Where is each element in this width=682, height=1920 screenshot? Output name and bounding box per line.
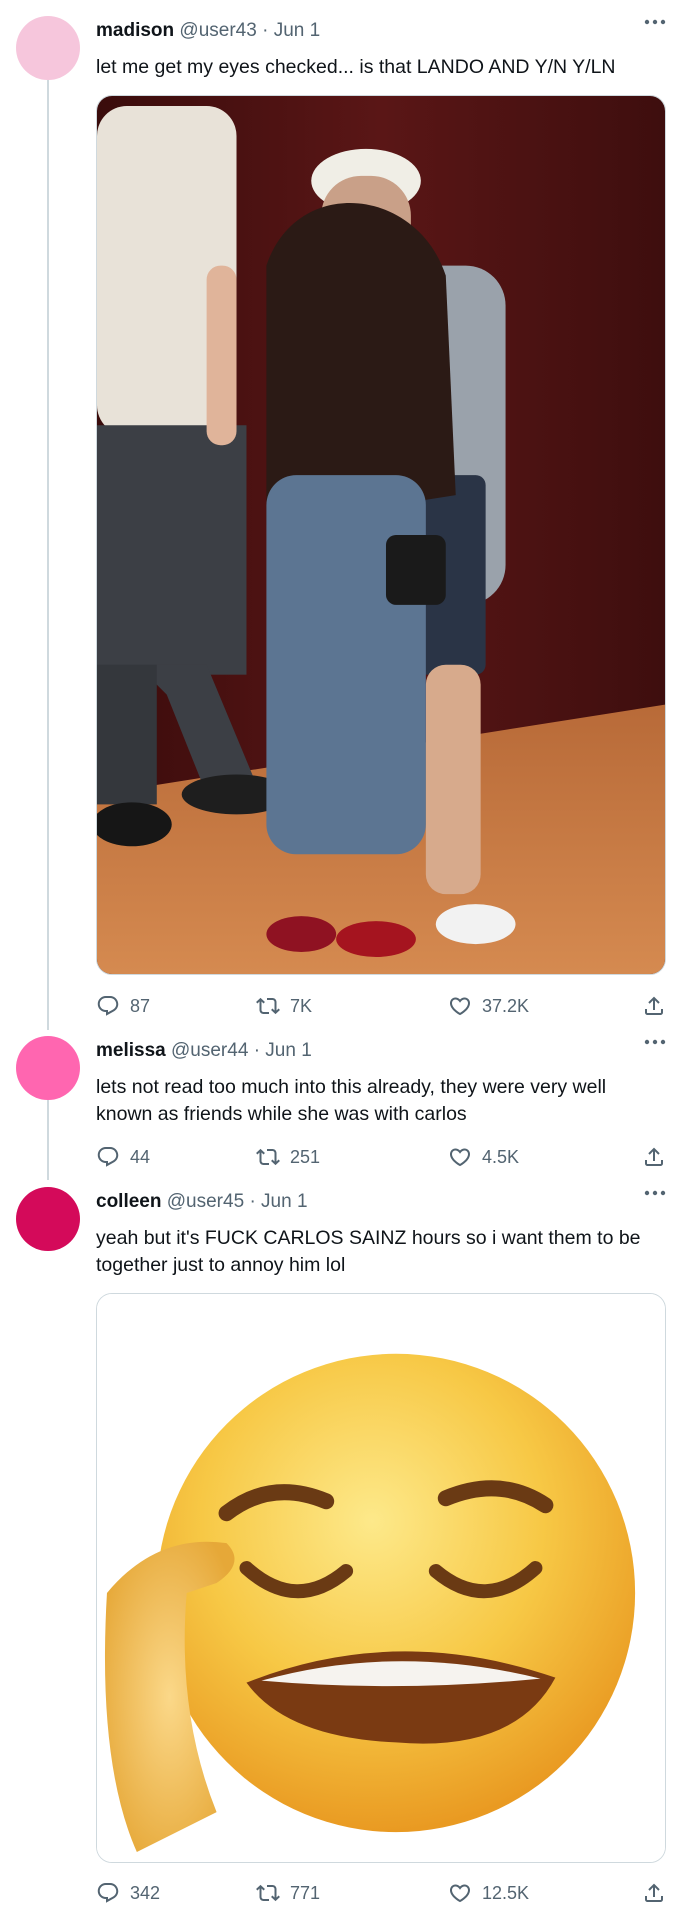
reply-icon bbox=[96, 994, 120, 1018]
like-count: 12.5K bbox=[482, 1882, 530, 1903]
tweet-actions: 342 771 12.5K bbox=[96, 1878, 666, 1908]
tweet[interactable]: colleen @user45 · Jun 1 yeah but it's FU… bbox=[0, 1171, 682, 1920]
separator: · bbox=[253, 1040, 261, 1061]
tweet-text: yeah but it's FUCK CARLOS SAINZ hours so… bbox=[96, 1227, 641, 1276]
like-count: 4.5K bbox=[482, 1146, 520, 1167]
share-icon bbox=[642, 1881, 666, 1905]
retweet-button[interactable]: 771 bbox=[256, 1878, 320, 1908]
retweet-button[interactable]: 251 bbox=[256, 1142, 320, 1172]
retweet-count: 771 bbox=[290, 1882, 321, 1903]
tweet-text: let me get my eyes checked... is that LA… bbox=[96, 56, 616, 78]
share-icon bbox=[642, 994, 666, 1018]
tweet-photo[interactable] bbox=[96, 95, 666, 975]
tweet[interactable]: madison @user43 · Jun 1 let me get my ey… bbox=[0, 0, 682, 1035]
tweet-photo[interactable] bbox=[96, 1293, 666, 1863]
timestamp[interactable]: Jun 1 bbox=[265, 1040, 311, 1061]
reply-icon bbox=[96, 1881, 120, 1905]
retweet-icon bbox=[256, 1881, 280, 1905]
reply-count: 342 bbox=[130, 1882, 161, 1903]
timestamp[interactable]: Jun 1 bbox=[261, 1191, 307, 1212]
reply-button[interactable]: 44 bbox=[96, 1142, 150, 1172]
avatar[interactable] bbox=[16, 1036, 80, 1100]
retweet-count: 7K bbox=[290, 995, 313, 1016]
share-button[interactable] bbox=[642, 1142, 666, 1172]
retweet-count: 251 bbox=[290, 1146, 321, 1167]
user-handle[interactable]: @user43 bbox=[179, 20, 256, 41]
heart-icon bbox=[448, 994, 472, 1018]
reply-icon bbox=[96, 1145, 120, 1169]
avatar[interactable] bbox=[16, 16, 80, 80]
tweet-header: madison @user43 · Jun 1 bbox=[96, 20, 320, 42]
tweet-header: melissa @user44 · Jun 1 bbox=[96, 1040, 312, 1062]
heart-icon bbox=[448, 1145, 472, 1169]
like-button[interactable]: 12.5K bbox=[448, 1878, 529, 1908]
reply-button[interactable]: 87 bbox=[96, 991, 150, 1021]
user-handle[interactable]: @user45 bbox=[167, 1191, 244, 1212]
tweet-header: colleen @user45 · Jun 1 bbox=[96, 1191, 308, 1213]
more-dots-icon[interactable] bbox=[642, 1185, 668, 1201]
separator: · bbox=[249, 1191, 256, 1212]
tweet[interactable]: melissa @user44 · Jun 1 lets not read to… bbox=[0, 1020, 682, 1170]
reply-count: 44 bbox=[130, 1146, 151, 1167]
more-dots-icon[interactable] bbox=[642, 14, 668, 30]
display-name[interactable]: colleen bbox=[96, 1191, 161, 1212]
reply-button[interactable]: 342 bbox=[96, 1878, 160, 1908]
display-name[interactable]: madison bbox=[96, 20, 174, 41]
user-handle[interactable]: @user44 bbox=[171, 1040, 248, 1061]
share-icon bbox=[642, 1145, 666, 1169]
timestamp[interactable]: Jun 1 bbox=[274, 20, 320, 41]
share-button[interactable] bbox=[642, 991, 666, 1021]
tweet-actions: 44 251 4.5K bbox=[96, 1142, 666, 1172]
display-name[interactable]: melissa bbox=[96, 1040, 166, 1061]
heart-icon bbox=[448, 1881, 472, 1905]
like-button[interactable]: 4.5K bbox=[448, 1142, 519, 1172]
tweet-text: lets not read too much into this already… bbox=[96, 1076, 607, 1125]
retweet-button[interactable]: 7K bbox=[256, 991, 312, 1021]
separator: · bbox=[262, 20, 269, 41]
retweet-icon bbox=[256, 994, 280, 1018]
avatar[interactable] bbox=[16, 1187, 80, 1251]
more-dots-icon[interactable] bbox=[642, 1034, 668, 1050]
tweet-actions: 87 7K 37.2K bbox=[96, 991, 666, 1021]
reply-count: 87 bbox=[130, 995, 151, 1016]
retweet-icon bbox=[256, 1145, 280, 1169]
share-button[interactable] bbox=[642, 1878, 666, 1908]
like-button[interactable]: 37.2K bbox=[448, 991, 529, 1021]
like-count: 37.2K bbox=[482, 995, 530, 1016]
